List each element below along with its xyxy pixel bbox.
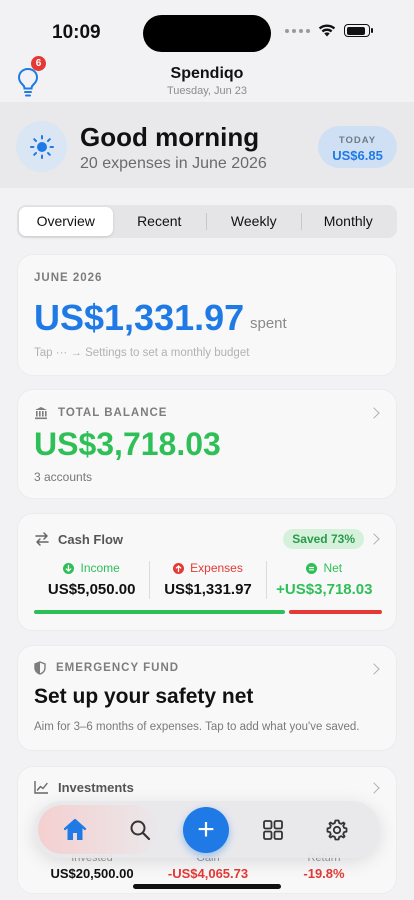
cash-flow-columns: Income US$5,050.00 Expenses US$1,331.97 … — [34, 561, 382, 599]
battery-icon — [344, 24, 373, 37]
emergency-fund-card[interactable]: EMERGENCY FUND Set up your safety net Ai… — [17, 645, 397, 751]
total-balance-card[interactable]: TOTAL BALANCE US$3,718.03 3 accounts — [17, 389, 397, 499]
investments-title: Investments — [58, 780, 134, 795]
greeting-banner: Good morning 20 expenses in June 2026 TO… — [0, 102, 414, 188]
chevron-right-icon — [368, 407, 380, 419]
income-column: Income US$5,050.00 — [34, 561, 149, 599]
accounts-count: 3 accounts — [34, 470, 93, 484]
dynamic-island — [143, 15, 271, 52]
header-date: Tuesday, Jun 23 — [166, 85, 248, 97]
nav-header: Spendiqo Tuesday, Jun 23 — [0, 58, 414, 102]
grid-icon[interactable] — [258, 815, 288, 845]
emergency-fund-label: EMERGENCY FUND — [56, 662, 180, 674]
chevron-right-icon — [368, 782, 380, 794]
balance-label: TOTAL BALANCE — [58, 407, 168, 419]
spending-bar — [289, 610, 382, 614]
chevron-right-icon — [368, 533, 380, 545]
budget-hint: Tap ··· → Settings to set a monthly budg… — [34, 347, 250, 359]
app-title: Spendiqo — [170, 65, 244, 82]
sun-icon — [16, 121, 67, 172]
status-icons — [285, 24, 373, 37]
cash-flow-card[interactable]: Cash Flow Saved 73% Income US$5,050.00 E… — [17, 513, 397, 631]
gain-value: -US$4,065.73 — [167, 866, 249, 881]
monthly-spending-card[interactable]: JUNE 2026 US$1,331.97 spent Tap ··· → Se… — [17, 254, 397, 376]
add-expense-button[interactable]: + — [183, 807, 229, 853]
tab-weekly[interactable]: Weekly — [207, 207, 301, 236]
month-label: JUNE 2026 — [34, 272, 103, 284]
net-column: Net +US$3,718.03 — [265, 561, 382, 599]
home-icon[interactable] — [60, 815, 90, 845]
emergency-fund-title: Set up your safety net — [34, 685, 254, 708]
status-bar: 10:09 — [0, 0, 414, 60]
status-time: 10:09 — [52, 22, 101, 43]
cash-flow-title: Cash Flow — [58, 532, 124, 547]
gear-icon[interactable] — [322, 815, 352, 845]
chevron-right-icon — [368, 663, 380, 675]
home-indicator — [133, 884, 281, 889]
saved-percent-badge: Saved 73% — [283, 529, 364, 549]
investments-values: US$20,500.00 -US$4,065.73 -19.8% — [34, 866, 382, 881]
expenses-column: Expenses US$1,331.97 — [149, 561, 265, 599]
today-value: US$6.85 — [332, 148, 383, 163]
net-label: Net — [323, 561, 343, 575]
view-segmented-control: Overview Recent Weekly Monthly — [17, 205, 397, 238]
search-icon[interactable] — [125, 815, 155, 845]
expenses-arrow-icon — [173, 562, 185, 574]
tab-bar: + — [34, 801, 380, 858]
chart-line-icon — [34, 781, 48, 794]
greeting-title: Good morning — [80, 122, 260, 152]
net-value: +US$3,718.03 — [276, 581, 373, 598]
tab-monthly[interactable]: Monthly — [302, 207, 396, 236]
income-label: Income — [80, 561, 120, 575]
month-spent-suffix: spent — [250, 315, 287, 332]
wifi-icon — [318, 24, 336, 37]
invested-value: US$20,500.00 — [50, 866, 134, 881]
today-label: TODAY — [338, 135, 377, 146]
income-value: US$5,050.00 — [47, 581, 136, 598]
return-value: -19.8% — [303, 866, 345, 881]
bank-icon — [35, 407, 47, 420]
greeting-subtitle: 20 expenses in June 2026 — [80, 155, 267, 172]
savings-bar — [34, 610, 285, 614]
today-spend-pill[interactable]: TODAY US$6.85 — [318, 126, 397, 168]
tab-recent[interactable]: Recent — [113, 207, 207, 236]
expenses-label: Expenses — [190, 561, 243, 575]
tab-overview[interactable]: Overview — [19, 207, 113, 236]
tips-badge: 6 — [31, 56, 46, 71]
month-spent-amount: US$1,331.97 — [34, 297, 245, 338]
expenses-value: US$1,331.97 — [164, 581, 252, 598]
balance-amount: US$3,718.03 — [34, 426, 221, 462]
net-equals-icon — [306, 562, 318, 574]
shield-icon — [34, 661, 46, 675]
emergency-fund-hint: Aim for 3–6 months of expenses. Tap to a… — [34, 721, 360, 733]
income-arrow-icon — [63, 562, 75, 574]
signal-icon — [285, 28, 310, 33]
transfer-arrows-icon — [35, 532, 49, 546]
